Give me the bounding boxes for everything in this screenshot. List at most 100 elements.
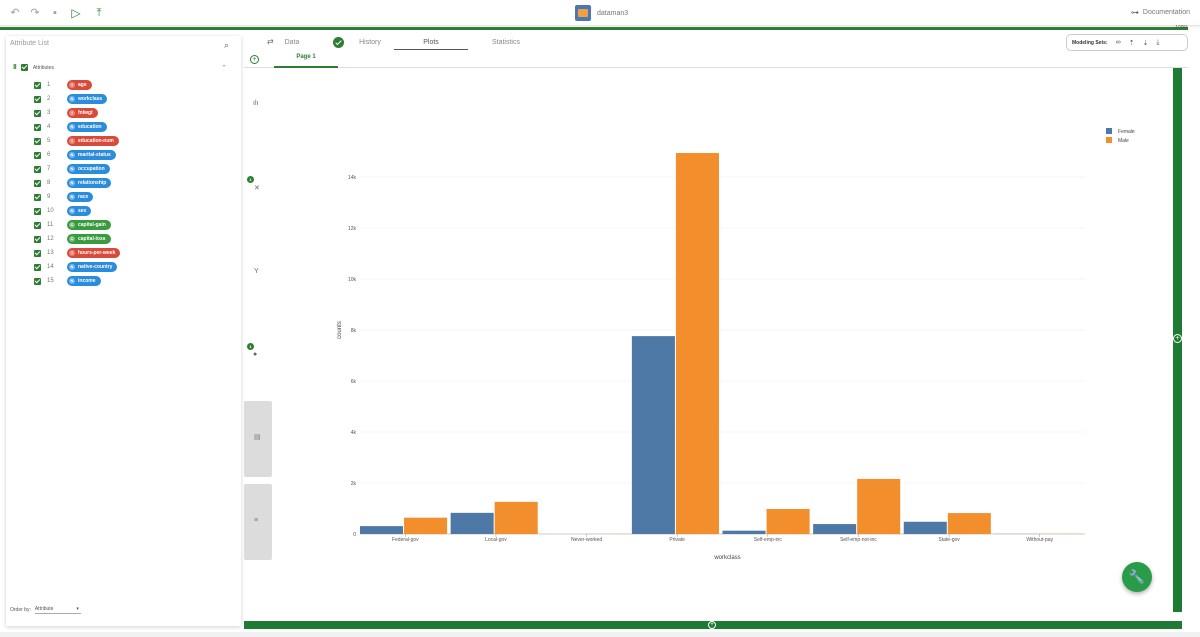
redo-icon[interactable]: ↷: [28, 6, 42, 20]
attribute-pill[interactable]: Nmarital-status: [67, 150, 116, 160]
bar-male: [766, 509, 810, 534]
documentation-label: Documentation: [1142, 9, 1190, 16]
page-tab[interactable]: Page 1: [274, 54, 338, 68]
attribute-pill[interactable]: Nnative-country: [67, 262, 118, 272]
attribute-checkbox[interactable]: [34, 235, 41, 243]
attribute-name: race: [78, 194, 89, 200]
attribute-row[interactable]: 5 Ieducation-num: [34, 135, 119, 147]
select-all-checkbox[interactable]: [20, 64, 28, 71]
attribute-pill[interactable]: Noccupation: [67, 164, 110, 174]
attribute-row[interactable]: 13 Ihours-per-week: [34, 247, 121, 259]
tab-plots[interactable]: Plots: [394, 39, 468, 53]
undo-icon[interactable]: ↶: [8, 6, 22, 20]
attribute-index: 1: [47, 82, 51, 88]
attribute-row[interactable]: 12 Ccapital-loss: [34, 233, 111, 245]
bar-male: [404, 517, 448, 534]
y-tick-label: 2k: [351, 481, 357, 487]
attribute-row[interactable]: 8 Nrelationship: [34, 177, 112, 189]
attribute-name: marital-status: [78, 152, 111, 158]
bar-female: [450, 512, 494, 534]
attribute-checkbox[interactable]: [34, 277, 41, 285]
attribute-pill[interactable]: Nincome: [67, 276, 101, 286]
filter-card[interactable]: ▤: [244, 401, 272, 477]
attribute-list-panel: Attribute List ⌕ III Attributes ⌃ 1 Iage 2…: [6, 36, 241, 626]
palette-icon[interactable]: ●: [253, 351, 257, 358]
y-tick-label: 10k: [348, 277, 357, 283]
attribute-pill[interactable]: Ccapital-loss: [67, 234, 111, 244]
chevron-down-icon: ▾: [76, 606, 79, 612]
attribute-checkbox[interactable]: [34, 109, 41, 117]
upload-icon[interactable]: ⇡: [1129, 39, 1135, 47]
wrench-button[interactable]: 🔧: [1122, 562, 1152, 592]
documentation-link[interactable]: ⊶ Documentation: [1131, 8, 1190, 17]
attribute-pill[interactable]: Ifnlwgt: [67, 108, 98, 118]
legend-swatch: [1106, 137, 1112, 143]
attribute-row[interactable]: 15 Nincome: [34, 275, 101, 287]
bar-female: [360, 526, 404, 534]
run-icon[interactable]: ▷: [69, 6, 83, 20]
attribute-checkbox[interactable]: [34, 193, 41, 201]
link-icon[interactable]: ∞: [1116, 39, 1121, 46]
chevron-up-icon[interactable]: ⌃: [221, 64, 227, 72]
color-badge: 1: [247, 343, 254, 350]
attribute-row[interactable]: 6 Nmarital-status: [34, 149, 116, 161]
attribute-index: 3: [47, 110, 51, 116]
attribute-pill[interactable]: Nworkclass: [67, 94, 108, 104]
attribute-checkbox[interactable]: [34, 137, 41, 145]
attribute-row[interactable]: 4 Neducation: [34, 121, 107, 133]
attribute-row[interactable]: 14 Nnative-country: [34, 261, 118, 273]
tab-data[interactable]: Data: [282, 39, 302, 53]
add-page-icon[interactable]: +: [250, 55, 259, 64]
attribute-checkbox[interactable]: [34, 123, 41, 131]
footer-strip: [0, 632, 1200, 637]
tab-history[interactable]: History: [352, 39, 388, 53]
download-icon[interactable]: ⤓: [1156, 39, 1159, 47]
attribute-row[interactable]: 3 Ifnlwgt: [34, 107, 98, 119]
import-icon[interactable]: ⇣: [1142, 39, 1148, 47]
save-icon[interactable]: ▪: [48, 6, 62, 20]
attribute-checkbox[interactable]: [34, 95, 41, 103]
attribute-name: income: [78, 278, 96, 284]
attribute-checkbox[interactable]: [34, 165, 41, 173]
attribute-pill[interactable]: Neducation: [67, 122, 107, 132]
options-card[interactable]: ≡: [244, 484, 272, 560]
attribute-pill[interactable]: Iage: [67, 80, 92, 90]
attributes-group-header[interactable]: III Attributes: [13, 64, 54, 71]
attribute-type-icon: N: [69, 278, 75, 284]
attributes-group-label: Attributes: [32, 64, 54, 71]
bar-chart-icon[interactable]: ılı: [253, 100, 258, 107]
attribute-pill[interactable]: Nrace: [67, 192, 94, 202]
search-icon[interactable]: ⌕: [224, 40, 229, 51]
order-by-select[interactable]: Attribute ▾: [34, 606, 81, 614]
x-axis-icon[interactable]: ✕: [254, 184, 260, 192]
attribute-row[interactable]: 9 Nrace: [34, 191, 94, 203]
x-tick-label: Private: [669, 537, 685, 543]
attribute-pill[interactable]: Nsex: [67, 206, 92, 216]
export-icon[interactable]: ⤒: [92, 6, 106, 20]
y-axis-icon[interactable]: Y: [254, 268, 259, 275]
add-row-icon[interactable]: +: [708, 621, 716, 629]
attribute-name: sex: [78, 208, 87, 214]
attribute-row[interactable]: 10 Nsex: [34, 205, 92, 217]
attribute-row[interactable]: 2 Nworkclass: [34, 93, 108, 105]
attribute-checkbox[interactable]: [34, 179, 41, 187]
attribute-checkbox[interactable]: [34, 221, 41, 229]
attribute-row[interactable]: 1 Iage: [34, 79, 92, 91]
bar-chart: 0 2k 4k 6k 8k 10k 12k 14k Federal-gov Local-gov Ne…: [337, 128, 1135, 561]
attribute-pill[interactable]: Ccapital-gain: [67, 220, 111, 230]
attribute-row[interactable]: 7 Noccupation: [34, 163, 110, 175]
attribute-checkbox[interactable]: [34, 263, 41, 271]
attribute-pill[interactable]: Nrelationship: [67, 178, 112, 188]
y-tick-label: 0: [353, 532, 356, 538]
attribute-pill[interactable]: Ieducation-num: [67, 136, 119, 146]
attribute-checkbox[interactable]: [34, 81, 41, 89]
progress-bar: [0, 27, 1188, 30]
attribute-checkbox[interactable]: [34, 249, 41, 257]
tab-statistics[interactable]: Statistics: [480, 39, 532, 53]
attribute-row[interactable]: 11 Ccapital-gain: [34, 219, 111, 231]
add-column-icon[interactable]: +: [1173, 334, 1182, 343]
attribute-name: workclass: [78, 96, 103, 102]
attribute-checkbox[interactable]: [34, 207, 41, 215]
attribute-checkbox[interactable]: [34, 151, 41, 159]
attribute-pill[interactable]: Ihours-per-week: [67, 248, 121, 258]
